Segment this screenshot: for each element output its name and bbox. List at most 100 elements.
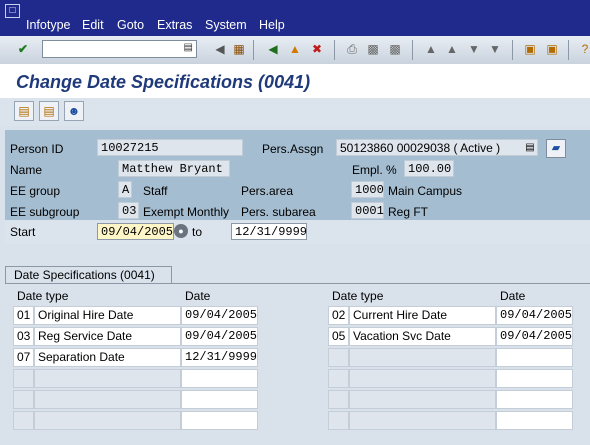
- back-icon[interactable]: ◀: [264, 40, 282, 58]
- exit-icon[interactable]: ▲: [286, 40, 304, 58]
- date-type-code-field[interactable]: 02: [328, 306, 349, 325]
- right-col-date: Date: [500, 289, 526, 303]
- shortcut-icon[interactable]: ▣: [543, 40, 561, 58]
- end-date-field[interactable]: 12/31/9999: [231, 223, 307, 240]
- date-field[interactable]: [181, 411, 258, 430]
- date-field[interactable]: [496, 348, 573, 367]
- date-type-text[interactable]: [34, 390, 181, 409]
- overview-icon[interactable]: ▤: [14, 101, 34, 121]
- date-type-code-field[interactable]: [13, 390, 34, 409]
- menu-extras[interactable]: Extras: [157, 18, 192, 32]
- to-label: to: [192, 225, 203, 239]
- pers-assgn-list-icon[interactable]: ▤: [523, 140, 537, 155]
- detail-icon[interactable]: ▤: [39, 101, 59, 121]
- menu-system[interactable]: System: [205, 18, 247, 32]
- pers-subarea-label: Pers. subarea: [241, 205, 316, 219]
- menu-edit[interactable]: Edit: [82, 18, 104, 32]
- date-type-text[interactable]: [34, 369, 181, 388]
- cancel-icon[interactable]: ✖: [308, 40, 326, 58]
- menu-goto[interactable]: Goto: [117, 18, 144, 32]
- date-type-text[interactable]: Vacation Svc Date: [349, 327, 496, 346]
- empl-pct-field: 100.00: [404, 160, 454, 177]
- ee-subgroup-code: 03: [118, 202, 139, 219]
- command-history-icon[interactable]: ▤: [184, 42, 193, 53]
- ee-subgroup-label: EE subgroup: [10, 205, 80, 219]
- date-field[interactable]: [496, 369, 573, 388]
- ee-group-text: Staff: [143, 184, 168, 198]
- date-type-code-field[interactable]: [328, 411, 349, 430]
- date-field[interactable]: [181, 369, 258, 388]
- date-type-code-field[interactable]: 05: [328, 327, 349, 346]
- help-icon[interactable]: ?: [576, 40, 590, 58]
- person-id-field[interactable]: 10027215: [97, 139, 243, 156]
- tab-date-specifications[interactable]: Date Specifications (0041): [5, 266, 172, 283]
- date-field[interactable]: 09/04/2005: [496, 327, 573, 346]
- pers-assgn-field[interactable]: 50123860 00029038 ( Active ) ▤: [336, 139, 538, 156]
- create-session-icon[interactable]: ▣: [521, 40, 539, 58]
- ee-group-code: A: [118, 181, 132, 198]
- validity-row: Start 09/04/2005 ● to 12/31/9999: [5, 220, 590, 244]
- date-type-text[interactable]: [349, 348, 496, 367]
- org-structure-icon[interactable]: ▰: [546, 139, 566, 158]
- date-type-text[interactable]: Separation Date: [34, 348, 181, 367]
- date-field[interactable]: [496, 390, 573, 409]
- date-field[interactable]: [496, 411, 573, 430]
- pers-assgn-label: Pers.Assgn: [262, 142, 324, 156]
- date-type-code-field[interactable]: 07: [13, 348, 34, 367]
- date-field[interactable]: 09/04/2005: [181, 327, 258, 346]
- date-type-text[interactable]: [349, 390, 496, 409]
- date-type-code-field[interactable]: [13, 411, 34, 430]
- enter-icon[interactable]: ✔: [14, 40, 32, 58]
- find-next-icon[interactable]: ▩: [386, 40, 404, 58]
- previous-page-icon[interactable]: ▲: [443, 40, 461, 58]
- date-field[interactable]: 09/04/2005: [496, 306, 573, 325]
- date-type-code-field[interactable]: 03: [13, 327, 34, 346]
- pers-assgn-value: 50123860 00029038 ( Active ): [340, 141, 501, 155]
- find-icon[interactable]: ▩: [364, 40, 382, 58]
- pers-subarea-code: 0001: [351, 202, 384, 219]
- date-type-text[interactable]: Original Hire Date: [34, 306, 181, 325]
- menu-bar: □ Infotype Edit Goto Extras System Help: [0, 0, 590, 36]
- left-col-date-type: Date type: [17, 289, 69, 303]
- date-type-text[interactable]: Reg Service Date: [34, 327, 181, 346]
- print-icon[interactable]: ⎙: [343, 40, 361, 58]
- start-date-field[interactable]: 09/04/2005: [97, 223, 174, 240]
- start-label: Start: [10, 225, 36, 239]
- date-field[interactable]: 12/31/9999: [181, 348, 258, 367]
- name-field: Matthew Bryant: [118, 160, 230, 177]
- standard-toolbar: ✔ ▤ ◀ ▦ ◀ ▲ ✖ ⎙ ▩ ▩ ▲ ▲ ▼ ▼ ▣ ▣ ?: [0, 36, 590, 65]
- pers-area-label: Pers.area: [241, 184, 294, 198]
- collapse-icon[interactable]: ◀: [211, 40, 229, 58]
- date-type-text[interactable]: [349, 369, 496, 388]
- date-field[interactable]: [181, 390, 258, 409]
- person-icon[interactable]: ☻: [64, 101, 84, 121]
- menu-help[interactable]: Help: [259, 18, 285, 32]
- name-label: Name: [10, 163, 43, 177]
- last-page-icon[interactable]: ▼: [486, 40, 504, 58]
- date-type-text[interactable]: [34, 411, 181, 430]
- left-col-date: Date: [185, 289, 211, 303]
- date-field[interactable]: 09/04/2005: [181, 306, 258, 325]
- date-type-text[interactable]: Current Hire Date: [349, 306, 496, 325]
- person-id-label: Person ID: [10, 142, 64, 156]
- date-type-text[interactable]: [349, 411, 496, 430]
- command-field[interactable]: ▤: [42, 40, 197, 58]
- date-type-code-field[interactable]: [328, 390, 349, 409]
- pers-area-code: 1000: [351, 181, 384, 198]
- date-type-code-field[interactable]: [13, 369, 34, 388]
- calendar-icon[interactable]: ●: [174, 224, 188, 238]
- next-page-icon[interactable]: ▼: [465, 40, 483, 58]
- pers-subarea-text: Reg FT: [388, 205, 429, 219]
- save-icon[interactable]: ▦: [230, 40, 248, 58]
- title-bar: Change Date Specifications (0041): [0, 64, 590, 99]
- date-type-code-field[interactable]: 01: [13, 306, 34, 325]
- pers-area-text: Main Campus: [388, 184, 463, 198]
- first-page-icon[interactable]: ▲: [422, 40, 440, 58]
- system-menu-icon[interactable]: □: [5, 4, 20, 18]
- ee-subgroup-text: Exempt Monthly: [143, 205, 230, 219]
- ee-group-label: EE group: [10, 184, 61, 198]
- empl-pct-label: Empl. %: [352, 163, 397, 177]
- date-type-code-field[interactable]: [328, 369, 349, 388]
- menu-infotype[interactable]: Infotype: [26, 18, 70, 32]
- date-type-code-field[interactable]: [328, 348, 349, 367]
